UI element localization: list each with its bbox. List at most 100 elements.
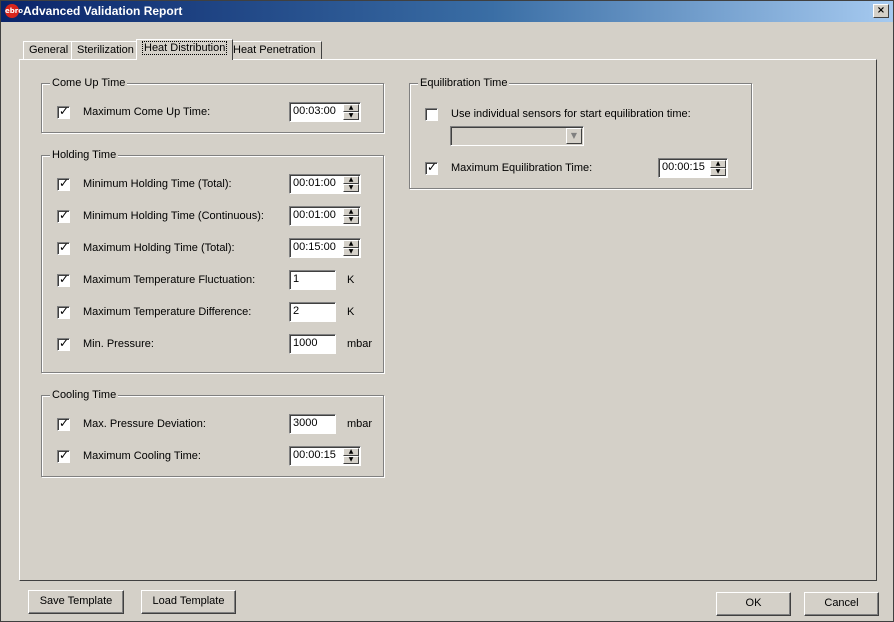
app-logo-icon: ebro <box>5 4 23 18</box>
min-holding-continuous-checkbox[interactable]: ✓ <box>57 208 70 223</box>
check-icon: ✓ <box>59 272 70 286</box>
field-value: 00:00:15 <box>662 161 705 173</box>
max-pressure-deviation-label: Max. Pressure Deviation: <box>83 418 206 430</box>
use-individual-sensors-label: Use individual sensors for start equilib… <box>451 108 691 120</box>
spin-up-icon[interactable]: ▲ <box>343 176 359 184</box>
window-title: Advanced Validation Report <box>23 4 183 18</box>
max-equilibration-time-checkbox[interactable]: ✓ <box>425 160 438 175</box>
spinner[interactable]: ▲ ▼ <box>343 240 359 256</box>
row-min-holding-total: ✓ Minimum Holding Time (Total): 00:01:00… <box>42 174 385 196</box>
dialog-window: ebro Advanced Validation Report × Genera… <box>0 0 894 622</box>
tab-label: Heat Penetration <box>233 44 316 56</box>
check-icon: ✓ <box>59 448 70 462</box>
row-max-come-up-time: ✓ Maximum Come Up Time: 00:03:00 ▲ ▼ <box>42 102 385 124</box>
row-use-individual-sensors: Use individual sensors for start equilib… <box>410 104 753 126</box>
field-value: 1000 <box>293 337 318 349</box>
spin-down-icon[interactable]: ▼ <box>343 112 359 120</box>
max-holding-total-checkbox[interactable]: ✓ <box>57 240 70 255</box>
unit-label: mbar <box>347 338 373 350</box>
group-holding-time: Holding Time ✓ Minimum Holding Time (Tot… <box>41 149 385 373</box>
min-pressure-input[interactable]: 1000 <box>289 334 336 354</box>
spin-up-icon[interactable]: ▲ <box>710 160 726 168</box>
group-title: Equilibration Time <box>418 77 510 89</box>
unit-label: K <box>347 306 355 318</box>
tab-sterilization[interactable]: Sterilization <box>71 41 140 59</box>
check-icon: ✓ <box>59 104 70 118</box>
min-pressure-checkbox[interactable]: ✓ <box>57 336 70 351</box>
min-holding-total-input[interactable]: 00:01:00 ▲ ▼ <box>289 174 361 194</box>
max-come-up-time-checkbox[interactable]: ✓ <box>57 104 70 119</box>
row-max-cooling-time: ✓ Maximum Cooling Time: 00:00:15 ▲ ▼ <box>42 446 385 468</box>
row-max-equilibration-time: ✓ Maximum Equilibration Time: 00:00:15 ▲… <box>410 158 753 180</box>
tab-label: General <box>29 44 69 56</box>
spin-up-icon[interactable]: ▲ <box>343 208 359 216</box>
sensor-select[interactable]: ▼ <box>450 126 584 146</box>
spin-up-icon[interactable]: ▲ <box>343 448 359 456</box>
use-individual-sensors-checkbox[interactable] <box>425 108 438 121</box>
spinner[interactable]: ▲ ▼ <box>710 160 726 176</box>
tab-general[interactable]: General <box>23 41 75 59</box>
spinner[interactable]: ▲ ▼ <box>343 208 359 224</box>
spinner[interactable]: ▲ ▼ <box>343 176 359 192</box>
max-pressure-deviation-input[interactable]: 3000 <box>289 414 336 434</box>
min-holding-total-checkbox[interactable]: ✓ <box>57 176 70 191</box>
spinner[interactable]: ▲ ▼ <box>343 104 359 120</box>
group-title: Come Up Time <box>50 77 128 89</box>
title-bar[interactable]: ebro Advanced Validation Report × <box>1 1 893 22</box>
tab-panel: Come Up Time ✓ Maximum Come Up Time: 00:… <box>19 59 877 581</box>
field-value: 2 <box>293 305 300 317</box>
max-temp-difference-checkbox[interactable]: ✓ <box>57 304 70 319</box>
group-title: Holding Time <box>50 149 119 161</box>
row-min-holding-continuous: ✓ Minimum Holding Time (Continuous): 00:… <box>42 206 385 228</box>
tab-label: Heat Distribution <box>142 41 228 55</box>
spin-down-icon[interactable]: ▼ <box>343 184 359 192</box>
row-max-holding-total: ✓ Maximum Holding Time (Total): 00:15:00… <box>42 238 385 260</box>
max-come-up-time-label: Maximum Come Up Time: <box>83 106 211 118</box>
tab-heat-distribution[interactable]: Heat Distribution <box>136 39 234 60</box>
spin-down-icon[interactable]: ▼ <box>343 216 359 224</box>
unit-label: mbar <box>347 418 373 430</box>
load-template-button[interactable]: Load Template <box>141 590 236 614</box>
min-pressure-label: Min. Pressure: <box>83 338 154 350</box>
check-icon: ✓ <box>59 336 70 350</box>
spin-down-icon[interactable]: ▼ <box>710 168 726 176</box>
cancel-button[interactable]: Cancel <box>804 592 879 616</box>
max-holding-total-label: Maximum Holding Time (Total): <box>83 242 235 254</box>
max-cooling-time-checkbox[interactable]: ✓ <box>57 448 70 463</box>
field-value: 00:00:15 <box>293 449 336 461</box>
chevron-down-icon[interactable]: ▼ <box>566 128 582 144</box>
save-template-button[interactable]: Save Template <box>28 590 124 614</box>
max-temp-fluctuation-input[interactable]: 1 <box>289 270 336 290</box>
check-icon: ✓ <box>59 416 70 430</box>
group-equilibration-time: Equilibration Time Use individual sensor… <box>409 77 753 189</box>
field-value: 00:01:00 <box>293 209 336 221</box>
max-pressure-deviation-checkbox[interactable]: ✓ <box>57 416 70 431</box>
max-cooling-time-label: Maximum Cooling Time: <box>83 450 201 462</box>
max-temp-difference-input[interactable]: 2 <box>289 302 336 322</box>
min-holding-continuous-label: Minimum Holding Time (Continuous): <box>83 210 264 222</box>
check-icon: ✓ <box>59 240 70 254</box>
max-temp-difference-label: Maximum Temperature Difference: <box>83 306 252 318</box>
ok-button[interactable]: OK <box>716 592 791 616</box>
spin-down-icon[interactable]: ▼ <box>343 248 359 256</box>
spin-up-icon[interactable]: ▲ <box>343 240 359 248</box>
check-icon: ✓ <box>59 176 70 190</box>
field-value: 00:01:00 <box>293 177 336 189</box>
check-icon: ✓ <box>59 208 70 222</box>
row-max-temp-difference: ✓ Maximum Temperature Difference: 2 K <box>42 302 385 324</box>
tab-heat-penetration[interactable]: Heat Penetration <box>227 41 322 59</box>
spin-up-icon[interactable]: ▲ <box>343 104 359 112</box>
spinner[interactable]: ▲ ▼ <box>343 448 359 464</box>
max-holding-total-input[interactable]: 00:15:00 ▲ ▼ <box>289 238 361 258</box>
field-value: 00:03:00 <box>293 105 336 117</box>
max-equilibration-time-input[interactable]: 00:00:15 ▲ ▼ <box>658 158 728 178</box>
check-icon: ✓ <box>59 304 70 318</box>
spin-down-icon[interactable]: ▼ <box>343 456 359 464</box>
tab-label: Sterilization <box>77 44 134 56</box>
close-button[interactable]: × <box>873 4 889 18</box>
min-holding-continuous-input[interactable]: 00:01:00 ▲ ▼ <box>289 206 361 226</box>
max-cooling-time-input[interactable]: 00:00:15 ▲ ▼ <box>289 446 361 466</box>
max-temp-fluctuation-checkbox[interactable]: ✓ <box>57 272 70 287</box>
field-value: 00:15:00 <box>293 241 336 253</box>
max-come-up-time-input[interactable]: 00:03:00 ▲ ▼ <box>289 102 361 122</box>
